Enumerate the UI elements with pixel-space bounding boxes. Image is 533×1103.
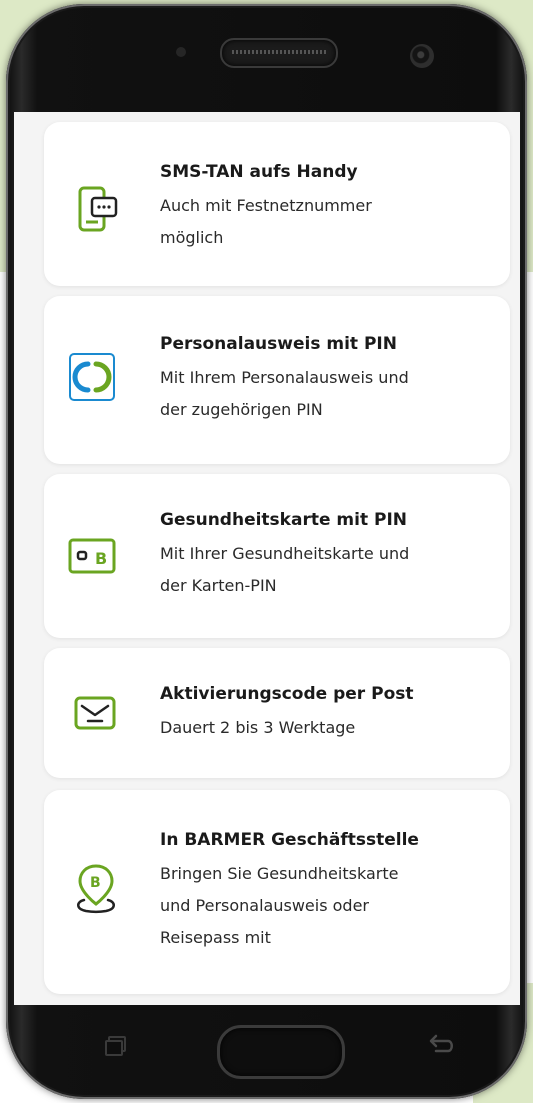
option-description: Mit Ihrem Personalausweis und der zugehö… [160, 362, 500, 426]
id-card-icon [69, 353, 115, 401]
phone-sms-icon [78, 186, 118, 232]
health-card-letter: B [95, 549, 107, 568]
option-title: Personalausweis mit PIN [160, 334, 397, 354]
option-title: SMS-TAN aufs Handy [160, 162, 358, 182]
phone-screen: SMS-TAN aufs Handy Auch mit Festnetznumm… [14, 112, 520, 1005]
option-card-sms-tan[interactable]: SMS-TAN aufs Handy Auch mit Festnetznumm… [44, 122, 510, 286]
option-description-line: der Karten-PIN [160, 576, 277, 595]
proximity-sensor [176, 47, 186, 57]
option-card-branch[interactable]: B In BARMER Geschäftsstelle Bringen Sie … [44, 790, 510, 994]
option-description-line: Bringen Sie Gesundheitskarte [160, 864, 399, 883]
option-description-line: möglich [160, 228, 224, 247]
option-description-line: Reisepass mit [160, 928, 271, 947]
front-camera-icon [410, 44, 434, 68]
device-navigation-bar [14, 1005, 520, 1083]
home-button[interactable] [217, 1025, 345, 1079]
option-description: Auch mit Festnetznummer möglich [160, 190, 500, 254]
option-description-line: Mit Ihrer Gesundheitskarte und [160, 544, 410, 563]
recent-apps-icon[interactable] [104, 1035, 128, 1057]
envelope-icon [74, 696, 116, 730]
option-title: Gesundheitskarte mit PIN [160, 510, 408, 530]
location-pin-icon: B [77, 864, 115, 913]
option-description: Dauert 2 bis 3 Werktage [160, 712, 500, 744]
option-card-health-card[interactable]: B Gesundheitskarte mit PIN Mit Ihrer Ges… [44, 474, 510, 638]
option-description-line: Auch mit Festnetznummer [160, 196, 372, 215]
option-description-line: und Personalausweis oder [160, 896, 369, 915]
option-title: In BARMER Geschäftsstelle [160, 830, 419, 850]
option-description-line: der zugehörigen PIN [160, 400, 323, 419]
earpiece-speaker [220, 38, 338, 68]
location-pin-letter: B [90, 875, 101, 891]
option-description-line: Mit Ihrem Personalausweis und [160, 368, 409, 387]
back-arrow-icon[interactable] [426, 1033, 456, 1057]
option-card-id-card[interactable]: Personalausweis mit PIN Mit Ihrem Person… [44, 296, 510, 464]
option-card-post[interactable]: Aktivierungscode per Post Dauert 2 bis 3… [44, 648, 510, 778]
option-description-line: Dauert 2 bis 3 Werktage [160, 718, 356, 737]
option-description: Bringen Sie Gesundheitskarte und Persona… [160, 858, 500, 954]
health-card-icon: B [68, 538, 116, 574]
option-description: Mit Ihrer Gesundheitskarte und der Karte… [160, 538, 500, 602]
option-title: Aktivierungscode per Post [160, 684, 414, 704]
